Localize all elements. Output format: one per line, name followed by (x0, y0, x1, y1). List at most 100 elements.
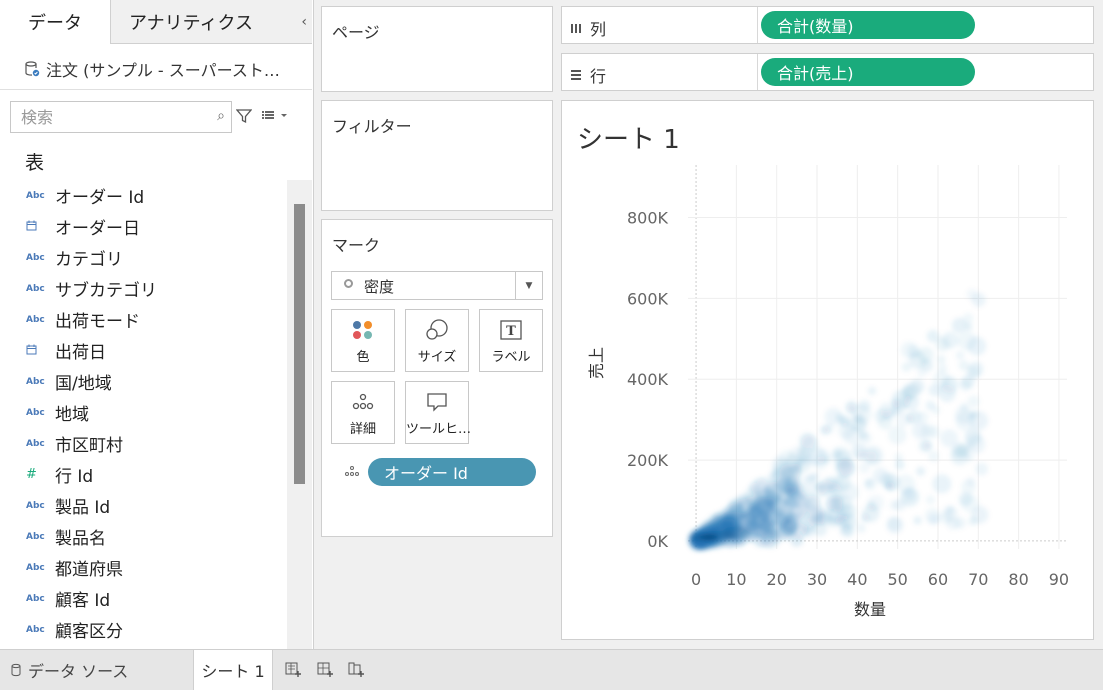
y-tick-label: 600K (627, 289, 669, 308)
detail-icon (332, 391, 394, 417)
field-label: サブカテゴリ (55, 281, 157, 301)
density-mark (811, 471, 820, 480)
string-icon: Abc (26, 438, 45, 449)
rows-text: 行 (590, 67, 607, 86)
density-mark (787, 497, 801, 511)
rows-shelf[interactable]: 行 合計(売上) (561, 53, 1094, 91)
field-item[interactable]: Abc 市区町村 (0, 428, 287, 459)
collapse-pane-icon[interactable]: ‹ (301, 14, 307, 30)
viz-area[interactable]: 0 10 20 30 40 50 60 70 80 90 0K 200K 400K 600K 800K 数… (561, 100, 1094, 640)
x-axis: 0 10 20 30 40 50 60 70 80 90 (691, 570, 1069, 589)
data-pane: データ アナリティクス ‹ 注文 (サンプル - スーパースト… ⌕ 表 Abc… (0, 0, 314, 649)
string-icon: Abc (26, 283, 45, 294)
density-mark (922, 440, 933, 451)
y-tick-label: 0K (647, 532, 668, 551)
columns-label: 列 (570, 16, 606, 40)
tab-sheet-1[interactable]: シート 1 (193, 650, 273, 690)
divider (0, 89, 312, 90)
chevron-down-icon[interactable]: ▼ (515, 272, 542, 299)
density-mark (954, 406, 973, 424)
field-item[interactable]: Abc 製品名 (0, 521, 287, 552)
tooltip-button[interactable]: ツールヒ… (405, 381, 471, 444)
field-item[interactable]: Abc サブカテゴリ (0, 273, 287, 304)
density-chart[interactable]: 0 10 20 30 40 50 60 70 80 90 0K 200K 400K 600K 800K 数… (562, 101, 1093, 639)
new-story-icon[interactable] (347, 662, 367, 678)
density-mark (942, 505, 958, 522)
density-mark (784, 453, 803, 473)
string-icon: Abc (26, 407, 45, 418)
table-heading: 表 (25, 152, 45, 174)
new-dashboard-icon[interactable] (316, 662, 336, 678)
divider (757, 7, 758, 43)
tab-datasource[interactable]: データ ソース (0, 650, 193, 690)
density-mark (925, 400, 936, 411)
density-mark (936, 355, 946, 364)
pages-shelf[interactable]: ページ (321, 6, 553, 92)
field-item[interactable]: Abc オーダー Id (0, 180, 287, 211)
field-item[interactable]: # 行 Id (0, 459, 287, 490)
filter-icon[interactable] (236, 108, 252, 124)
string-icon: Abc (26, 190, 45, 201)
field-item[interactable]: Abc 国/地域 (0, 366, 287, 397)
field-item[interactable]: Abc 顧客区分 (0, 614, 287, 645)
filters-title: フィルター (332, 117, 412, 136)
color-button[interactable]: 色 (331, 309, 395, 372)
density-mark (822, 454, 832, 464)
detail-pill-order-id[interactable]: オーダー Id (368, 458, 536, 486)
density-mark (975, 462, 989, 476)
columns-shelf[interactable]: 列 合計(数量) (561, 6, 1094, 44)
density-mark (913, 516, 922, 525)
field-item[interactable]: オーダー日 (0, 211, 287, 242)
field-item[interactable]: Abc 出荷モード (0, 304, 287, 335)
density-mark (860, 513, 870, 523)
x-tick-label: 80 (1008, 570, 1028, 589)
density-mark (932, 474, 952, 494)
tab-analytics[interactable]: アナリティクス (110, 0, 312, 44)
search-icon[interactable]: ⌕ (217, 108, 225, 124)
field-item[interactable]: Abc カテゴリ (0, 242, 287, 273)
field-item[interactable]: Abc 顧客 Id (0, 583, 287, 614)
number-icon: # (26, 467, 37, 482)
detail-button[interactable]: 詳細 (331, 381, 395, 444)
x-tick-label: 0 (691, 570, 701, 589)
datasource-icon (11, 663, 21, 677)
size-button[interactable]: サイズ (405, 309, 469, 372)
density-mark (832, 445, 851, 464)
rows-pill-sales[interactable]: 合計(売上) (761, 58, 975, 86)
search-input[interactable] (19, 107, 213, 128)
field-item[interactable]: Abc 製品 Id (0, 490, 287, 521)
x-axis-label: 数量 (854, 600, 886, 619)
rows-label: 行 (570, 63, 606, 87)
x-tick-label: 70 (968, 570, 988, 589)
scrollbar-thumb[interactable] (294, 204, 305, 484)
new-worksheet-icon[interactable] (284, 662, 304, 678)
density-mark (967, 395, 980, 408)
field-item[interactable]: Abc 都道府県 (0, 552, 287, 583)
density-mark (801, 435, 819, 452)
label-button[interactable]: T ラベル (479, 309, 543, 372)
datasource-icon (25, 61, 40, 77)
calendar-icon (26, 220, 46, 234)
density-mark (941, 376, 959, 394)
field-label: オーダー Id (55, 188, 145, 208)
sheet-tabs-bar: データ ソース シート 1 (0, 649, 1103, 690)
density-mark (856, 523, 867, 533)
size-icon (406, 319, 468, 345)
tab-datasource-label: データ ソース (28, 662, 129, 681)
svg-text:T: T (506, 324, 516, 339)
filters-shelf[interactable]: フィルター (321, 100, 553, 211)
view-options-icon[interactable] (262, 108, 290, 126)
tab-data[interactable]: データ (0, 0, 110, 44)
field-item[interactable]: 出荷日 (0, 335, 287, 366)
columns-pill-quantity[interactable]: 合計(数量) (761, 11, 975, 39)
density-mark (901, 362, 912, 372)
density-mark (920, 423, 936, 439)
datasource-item[interactable]: 注文 (サンプル - スーパースト… (24, 57, 280, 81)
size-label: サイズ (417, 350, 457, 365)
density-mark (749, 504, 763, 519)
field-item[interactable]: Abc 地域 (0, 397, 287, 428)
density-mark (874, 409, 888, 423)
search-box[interactable]: ⌕ (10, 101, 232, 133)
density-mark (851, 443, 867, 459)
mark-type-dropdown[interactable]: 密度 ▼ (331, 271, 543, 300)
